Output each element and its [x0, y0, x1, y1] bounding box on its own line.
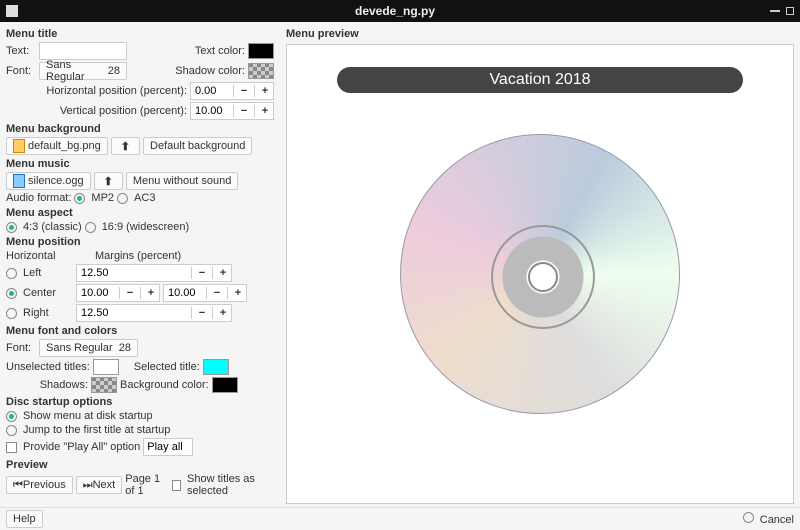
- radio-mp2[interactable]: [74, 193, 85, 204]
- text-color-swatch[interactable]: [248, 43, 274, 59]
- page-label: Page 1 of 1: [125, 473, 169, 497]
- hpos-input[interactable]: [191, 85, 231, 97]
- minus-icon[interactable]: −: [236, 85, 252, 97]
- next-button[interactable]: ⏭Next: [76, 476, 123, 494]
- vpos-input[interactable]: [191, 105, 231, 117]
- app-icon: [6, 5, 18, 17]
- section-menu-font: Menu font and colors: [6, 325, 274, 337]
- radio-ac3[interactable]: [117, 193, 128, 204]
- section-menu-position: Menu position: [6, 236, 274, 248]
- music-upload-button[interactable]: ⬆: [94, 172, 123, 190]
- no-sound-button[interactable]: Menu without sound: [126, 172, 238, 190]
- radio-left[interactable]: [6, 268, 17, 279]
- plus-icon[interactable]: +: [257, 85, 273, 97]
- footer: Help Cancel: [0, 507, 800, 530]
- bgcolor-label: Background color:: [120, 379, 209, 391]
- radio-jump-first[interactable]: [6, 425, 17, 436]
- default-bg-button[interactable]: Default background: [143, 137, 252, 155]
- cancel-button[interactable]: Cancel: [760, 514, 794, 526]
- font2-label: Font:: [6, 342, 36, 354]
- shadows-swatch[interactable]: [91, 377, 117, 393]
- help-button[interactable]: Help: [6, 510, 43, 528]
- bg-upload-button[interactable]: ⬆: [111, 137, 140, 155]
- unselected-swatch[interactable]: [93, 359, 119, 375]
- text-input[interactable]: [39, 42, 127, 60]
- upload-icon: ⬆: [118, 140, 133, 153]
- hpos-label: Horizontal position (percent):: [6, 85, 187, 97]
- audio-file-icon: [13, 174, 25, 188]
- cancel-radio-icon[interactable]: [743, 512, 754, 523]
- settings-panel: Menu title Text: Text color: Font: Sans …: [0, 22, 280, 507]
- font-button[interactable]: Sans Regular 28: [39, 62, 127, 80]
- checkbox-show-titles[interactable]: [172, 480, 181, 491]
- play-all-input[interactable]: [143, 438, 193, 456]
- unselected-label: Unselected titles:: [6, 361, 90, 373]
- section-startup: Disc startup options: [6, 396, 274, 408]
- shadows-label: Shadows:: [6, 379, 88, 391]
- radio-16-9[interactable]: [85, 222, 96, 233]
- margin-right-spinner[interactable]: −+: [76, 304, 232, 322]
- titlebar: devede_ng.py: [0, 0, 800, 22]
- margin-center-l-spinner[interactable]: −+: [76, 284, 160, 302]
- maximize-icon[interactable]: [786, 7, 794, 15]
- horizontal-label: Horizontal: [6, 250, 68, 262]
- section-menu-aspect: Menu aspect: [6, 207, 274, 219]
- radio-4-3[interactable]: [6, 222, 17, 233]
- prev-button[interactable]: ⏮Previous: [6, 476, 73, 494]
- audio-format-label: Audio format:: [6, 192, 71, 204]
- vpos-label: Vertical position (percent):: [6, 105, 187, 117]
- margin-center-r-spinner[interactable]: −+: [163, 284, 247, 302]
- preview-heading: Menu preview: [286, 28, 794, 40]
- radio-center[interactable]: [6, 288, 17, 299]
- selected-label: Selected title:: [134, 361, 200, 373]
- bgcolor-swatch[interactable]: [212, 377, 238, 393]
- checkbox-play-all[interactable]: [6, 442, 17, 453]
- window-title: devede_ng.py: [26, 4, 764, 18]
- prev-icon: ⏮: [13, 479, 23, 492]
- selected-swatch[interactable]: [203, 359, 229, 375]
- music-file-button[interactable]: silence.ogg: [6, 172, 91, 190]
- menu-title-text: Vacation 2018: [337, 67, 743, 93]
- shadow-color-label: Shadow color:: [175, 65, 245, 77]
- section-preview: Preview: [6, 459, 274, 471]
- minus-icon[interactable]: −: [236, 105, 252, 117]
- upload-icon: ⬆: [101, 175, 116, 188]
- text-label: Text:: [6, 45, 36, 57]
- disc-image: [400, 134, 680, 414]
- section-menu-music: Menu music: [6, 158, 274, 170]
- margin-left-spinner[interactable]: −+: [76, 264, 232, 282]
- margins-label: Margins (percent): [95, 250, 181, 262]
- font-label: Font:: [6, 65, 36, 77]
- preview-panel: Menu preview Vacation 2018: [280, 22, 800, 507]
- file-icon: [13, 139, 25, 153]
- font2-button[interactable]: Sans Regular 28: [39, 339, 138, 357]
- minimize-icon[interactable]: [770, 10, 780, 12]
- preview-box: Vacation 2018: [286, 44, 794, 504]
- next-icon: ⏭: [83, 479, 93, 492]
- vpos-spinner[interactable]: − +: [190, 102, 274, 120]
- section-menu-title: Menu title: [6, 28, 274, 40]
- section-menu-background: Menu background: [6, 123, 274, 135]
- hpos-spinner[interactable]: − +: [190, 82, 274, 100]
- radio-show-menu[interactable]: [6, 411, 17, 422]
- bg-file-button[interactable]: default_bg.png: [6, 137, 108, 155]
- radio-right[interactable]: [6, 308, 17, 319]
- plus-icon[interactable]: +: [257, 105, 273, 117]
- text-color-label: Text color:: [195, 45, 245, 57]
- shadow-color-swatch[interactable]: [248, 63, 274, 79]
